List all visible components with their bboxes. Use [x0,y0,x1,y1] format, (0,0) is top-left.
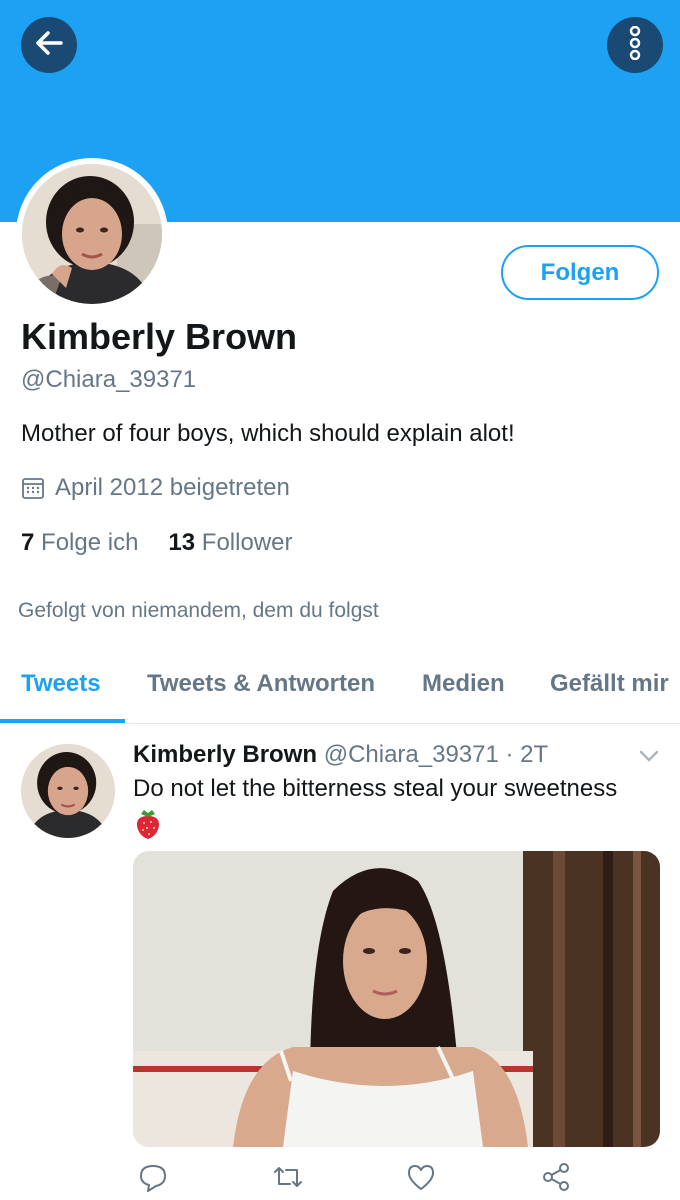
followed-by-text: Gefolgt von niemandem, dem du folgst [18,599,379,622]
joined-date: April 2012 beigetreten [21,474,290,502]
active-tab-indicator [0,719,125,723]
profile-avatar[interactable] [16,158,168,310]
follow-counts: 7 Folge ich 13 Follower [21,529,323,557]
tweet-text: Do not let the bitterness steal your swe… [133,775,618,802]
like-icon[interactable] [406,1162,436,1197]
profile-name: Kimberly Brown [21,316,298,357]
strawberry-icon [134,808,162,840]
tweet-header: Kimberly Brown @Chiara_39371 · 2T [133,741,548,769]
following-label: Folge ich [41,529,139,556]
retweet-icon[interactable] [272,1162,304,1197]
arrow-left-icon [34,30,64,61]
followers-count: 13 [168,529,196,556]
following-link[interactable]: 7 Folge ich [21,529,138,557]
share-icon[interactable] [541,1162,571,1197]
tweet-actions [133,1162,660,1198]
profile-bio: Mother of four boys, which should explai… [21,420,515,447]
more-options-button[interactable] [607,17,663,73]
reply-icon[interactable] [138,1162,168,1197]
tweet-author-handle: @Chiara_39371 · 2T [323,741,549,768]
tab-tweets-and-replies[interactable]: Tweets & Antworten [147,670,375,698]
follow-button[interactable]: Folgen [501,245,659,300]
more-vertical-icon [628,25,642,65]
tab-tweets[interactable]: Tweets [21,670,101,698]
tab-likes[interactable]: Gefällt mir [550,670,669,698]
tweet-author-name[interactable]: Kimberly Brown [133,741,317,768]
avatar-photo [22,164,162,304]
back-button[interactable] [21,17,77,73]
profile-tabs: Tweets Tweets & Antworten Medien Gefällt… [0,648,680,724]
followers-link[interactable]: 13 Follower [168,529,292,557]
chevron-down-icon[interactable] [637,748,661,769]
followers-label: Follower [201,529,293,556]
profile-handle: @Chiara_39371 [21,366,197,393]
tab-media[interactable]: Medien [422,670,505,698]
calendar-icon [21,476,45,500]
tweet-media-image[interactable] [133,851,660,1147]
joined-text: April 2012 beigetreten [55,474,290,501]
following-count: 7 [21,529,35,556]
tweet-author-avatar[interactable] [21,744,115,838]
